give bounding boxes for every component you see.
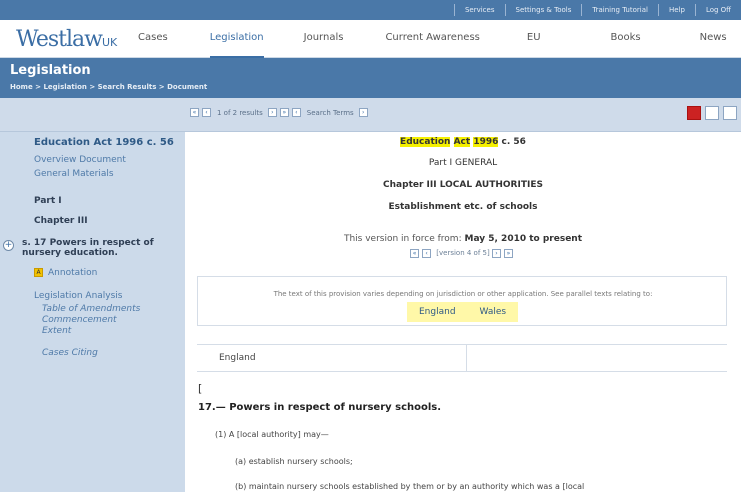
jurisdiction-notice: The text of this provision varies depend… bbox=[197, 276, 727, 326]
england-link[interactable]: England bbox=[407, 302, 468, 322]
wales-link[interactable]: Wales bbox=[468, 302, 519, 322]
email-icon[interactable] bbox=[723, 106, 737, 120]
document-chapter: Chapter III LOCAL AUTHORITIES bbox=[383, 180, 543, 190]
amendment-bracket: [ bbox=[198, 382, 203, 395]
next-term-icon[interactable]: › bbox=[358, 108, 368, 117]
document-title: Education Act 1996 c. 56 bbox=[185, 137, 741, 147]
table-of-amendments-link[interactable]: Table of Amendments bbox=[42, 304, 140, 314]
first-result-icon[interactable]: « bbox=[190, 108, 199, 117]
sidebar-chapter-link[interactable]: Chapter III bbox=[34, 216, 88, 226]
version-in-force: This version in force from: May 5, 2010 … bbox=[185, 234, 741, 244]
paragraph-b: (b) maintain nursery schools established… bbox=[235, 482, 585, 491]
title-rest: c. 56 bbox=[498, 137, 526, 147]
annotation-icon: A bbox=[34, 268, 43, 277]
version-date: May 5, 2010 to present bbox=[464, 234, 583, 244]
last-version-icon[interactable]: » bbox=[503, 249, 513, 258]
nav-legislation[interactable]: Legislation bbox=[209, 20, 264, 58]
results-count: 1 of 2 results bbox=[217, 108, 263, 117]
nav-current-awareness[interactable]: Current Awareness bbox=[385, 20, 479, 58]
sidebar-current-section: s. 17 Powers in respect of nursery educa… bbox=[22, 238, 154, 258]
paragraph-a: (a) establish nursery schools; bbox=[235, 457, 353, 466]
help-link[interactable]: Help bbox=[657, 4, 695, 16]
expand-icon[interactable]: + bbox=[3, 240, 14, 251]
cases-citing-link[interactable]: Cases Citing bbox=[42, 348, 98, 358]
tab-england[interactable]: England bbox=[197, 345, 467, 371]
nav-journals[interactable]: Journals bbox=[304, 20, 344, 58]
utility-bar: Services Settings & Tools Training Tutor… bbox=[0, 0, 741, 20]
utility-links: Services Settings & Tools Training Tutor… bbox=[453, 0, 741, 20]
next-version-icon[interactable]: › bbox=[491, 249, 501, 258]
sidebar-act-title[interactable]: Education Act 1996 c. 56 bbox=[34, 137, 174, 148]
breadcrumb[interactable]: Home > Legislation > Search Results > Do… bbox=[10, 83, 207, 91]
pdf-icon[interactable] bbox=[687, 106, 701, 120]
first-version-icon[interactable]: « bbox=[410, 249, 420, 258]
main-header: WestlawUK Cases Legislation Journals Cur… bbox=[0, 20, 741, 58]
extent-link[interactable]: Extent bbox=[42, 326, 71, 336]
prev-version-icon[interactable]: ‹ bbox=[422, 249, 432, 258]
document-body: Education Act 1996 c. 56 Part I GENERAL … bbox=[185, 132, 741, 492]
title-highlight-education: Education bbox=[400, 137, 451, 147]
commencement-link[interactable]: Commencement bbox=[42, 315, 117, 325]
logo-text: Westlaw bbox=[16, 27, 103, 52]
jurisdiction-links: England Wales bbox=[407, 302, 519, 322]
prev-term-icon[interactable]: ‹ bbox=[291, 108, 301, 117]
annotation-link[interactable]: Annotation bbox=[48, 268, 97, 278]
main-nav: Cases Legislation Journals Current Aware… bbox=[120, 20, 741, 58]
last-result-icon[interactable]: » bbox=[279, 108, 289, 117]
general-materials-link[interactable]: General Materials bbox=[34, 169, 114, 179]
westlaw-logo[interactable]: WestlawUK bbox=[16, 27, 117, 52]
jurisdiction-tabs: England bbox=[197, 344, 727, 372]
section-heading: 17.— Powers in respect of nursery school… bbox=[198, 402, 442, 413]
legislation-analysis-link[interactable]: Legislation Analysis bbox=[34, 291, 123, 301]
title-highlight-year: 1996 bbox=[473, 137, 499, 147]
results-toolbar: « ‹ 1 of 2 results › » ‹ Search Terms › bbox=[0, 98, 741, 132]
sidebar-part-link[interactable]: Part I bbox=[34, 196, 62, 206]
document-sidebar: Education Act 1996 c. 56 Overview Docume… bbox=[0, 132, 185, 492]
logo-suffix: UK bbox=[101, 36, 118, 49]
version-prefix: This version in force from: bbox=[343, 234, 465, 244]
version-counter: [version 4 of 5] bbox=[436, 249, 490, 257]
prev-result-icon[interactable]: ‹ bbox=[202, 108, 211, 117]
services-link[interactable]: Services bbox=[453, 4, 505, 16]
document-establishment: Establishment etc. of schools bbox=[388, 202, 538, 212]
document-part: Part I GENERAL bbox=[428, 158, 498, 168]
page-title: Legislation bbox=[10, 63, 91, 78]
nav-eu[interactable]: EU bbox=[527, 20, 541, 58]
title-highlight-act: Act bbox=[453, 137, 471, 147]
paragraph-1: (1) A [local authority] may— bbox=[215, 430, 329, 439]
result-pager: « ‹ 1 of 2 results › » ‹ Search Terms › bbox=[190, 108, 371, 117]
nav-news[interactable]: News bbox=[700, 20, 727, 58]
section-band: Legislation Home > Legislation > Search … bbox=[0, 58, 741, 98]
next-result-icon[interactable]: › bbox=[267, 108, 277, 117]
document-tools bbox=[687, 106, 741, 120]
search-terms-label: Search Terms bbox=[306, 108, 354, 117]
nav-cases[interactable]: Cases bbox=[138, 20, 168, 58]
notice-text: The text of this provision varies depend… bbox=[273, 290, 653, 298]
training-tutorial-link[interactable]: Training Tutorial bbox=[581, 4, 658, 16]
print-icon[interactable] bbox=[705, 106, 719, 120]
nav-books[interactable]: Books bbox=[611, 20, 641, 58]
version-navigation: «‹ [version 4 of 5] ›» bbox=[185, 249, 741, 258]
log-off-link[interactable]: Log Off bbox=[694, 4, 741, 16]
settings-tools-link[interactable]: Settings & Tools bbox=[504, 4, 582, 16]
overview-document-link[interactable]: Overview Document bbox=[34, 155, 126, 165]
